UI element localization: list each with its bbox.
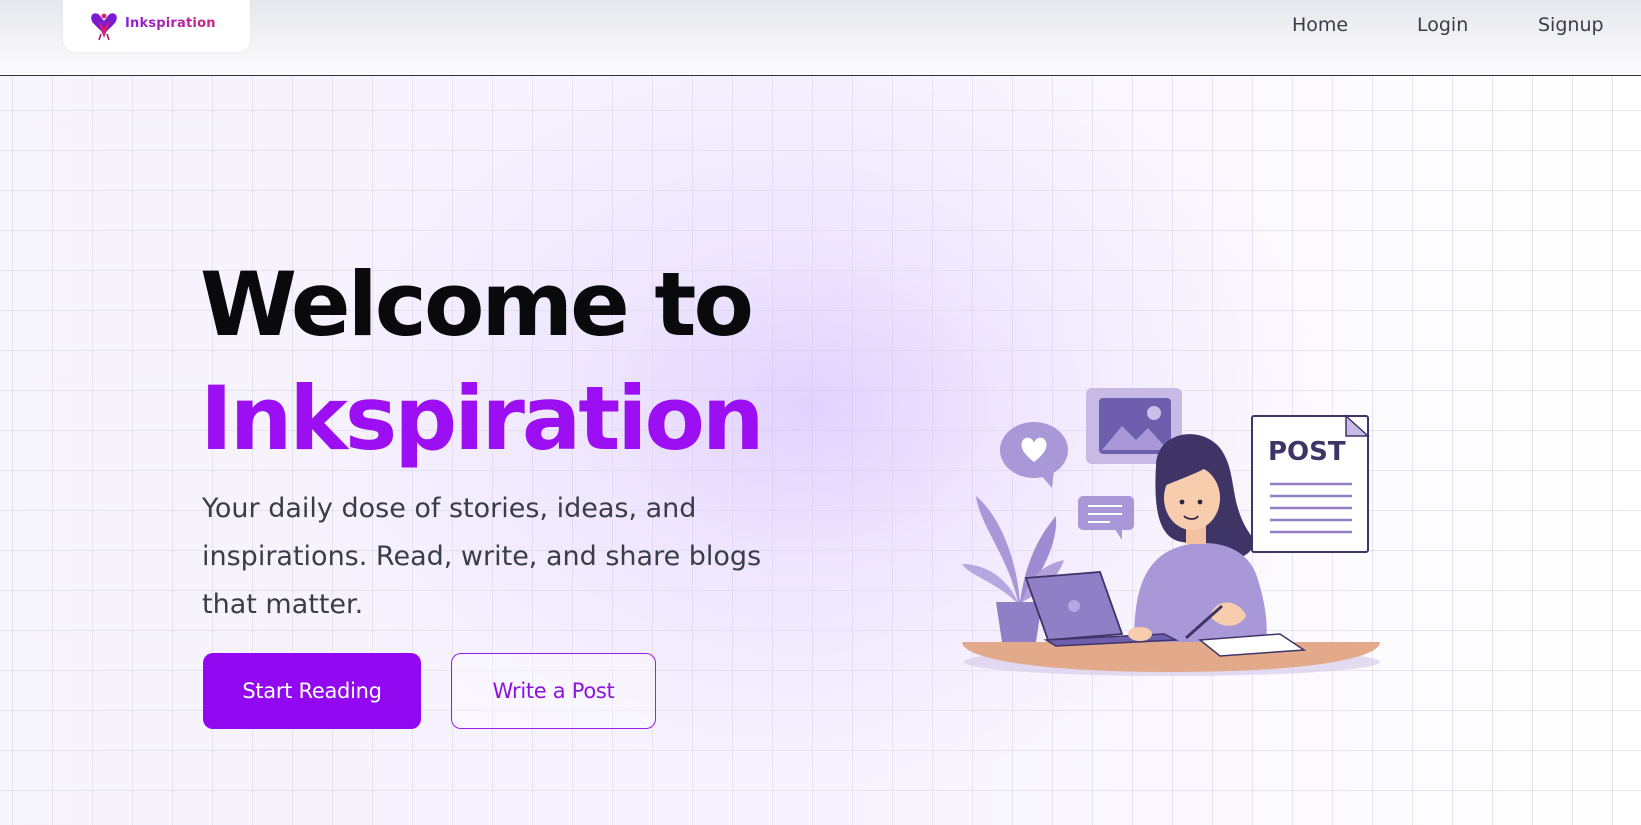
heart-bubble-icon (1000, 422, 1068, 488)
hero-section: Welcome to Inkspiration Your daily dose … (0, 76, 1641, 825)
nav-signup-link[interactable]: Signup (1538, 14, 1604, 36)
start-reading-button[interactable]: Start Reading (203, 653, 421, 729)
logo[interactable]: Inkspiration (63, 0, 250, 52)
nav-home-link[interactable]: Home (1292, 14, 1348, 36)
chat-bubble-icon (1078, 496, 1134, 540)
hero-title-brand: Inkspiration (200, 366, 765, 470)
logo-text: Inkspiration (125, 16, 216, 31)
hero-title-welcome: Welcome to (200, 252, 754, 356)
navbar: Inkspiration Home Login Signup (0, 0, 1641, 76)
logo-mark-icon (91, 13, 117, 41)
post-label: POST (1268, 437, 1346, 467)
nav-login-link[interactable]: Login (1417, 14, 1468, 36)
hero-subtitle: Your daily dose of stories, ideas, and i… (202, 493, 762, 620)
hero-illustration: POST (962, 388, 1380, 676)
post-document-icon: POST (1251, 414, 1370, 553)
write-post-button[interactable]: Write a Post (451, 653, 656, 729)
